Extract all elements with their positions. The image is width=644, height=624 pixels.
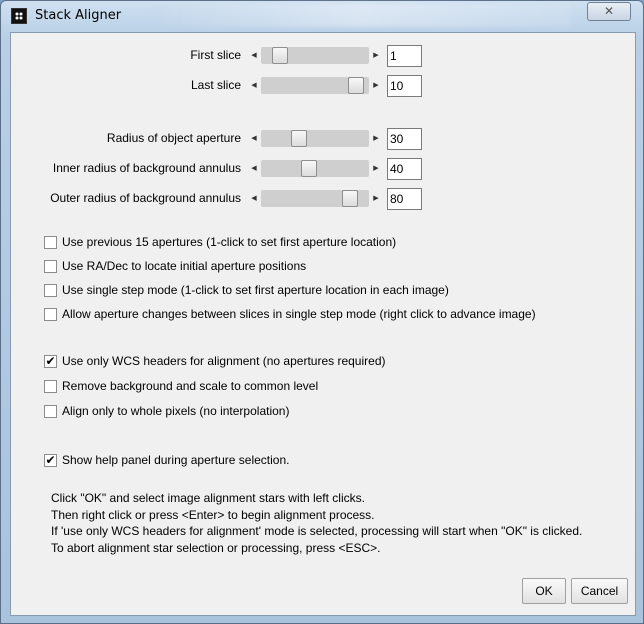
first-slice-field[interactable]: 1 [387,45,422,67]
help-line: If 'use only WCS headers for alignment' … [51,524,583,538]
app-icon [11,8,27,24]
slider-thumb[interactable] [348,77,364,94]
checkbox-box[interactable] [44,260,57,273]
title-bar-glass [151,3,571,27]
slider-right-arrow-icon[interactable]: ▶ [369,190,383,207]
dialog-body: First slice ◀ ▶ 1 Last slice ◀ ▶ 10 Radi… [10,32,636,616]
last-slice-field[interactable]: 10 [387,75,422,97]
ok-button[interactable]: OK [522,578,566,604]
aperture-radius-field[interactable]: 30 [387,128,422,150]
checkbox-label: Show help panel during aperture selectio… [62,453,290,467]
help-line: Then right click or press <Enter> to beg… [51,507,375,522]
slider-track[interactable] [261,47,369,64]
checkbox-box[interactable]: ✔ [44,454,57,467]
stack-aligner-window: Stack Aligner ✕ First slice ◀ ▶ 1 Last s… [0,0,644,624]
checkbox-label: Align only to whole pixels (no interpola… [62,404,290,418]
close-button[interactable]: ✕ [587,2,631,21]
last-slice-label: Last slice [190,78,241,92]
help-line: To abort alignment star selection or pro… [51,540,381,555]
help-line: Click "OK" and select image alignment st… [51,491,365,505]
slider-track[interactable] [261,77,369,94]
inner-radius-field[interactable]: 40 [387,158,422,180]
slider-track[interactable] [261,190,369,207]
inner-radius-label: Inner radius of background annulus [52,161,241,175]
help-text: Click "OK" and select image alignment st… [51,490,582,556]
cancel-button[interactable]: Cancel [571,578,628,604]
slider-track[interactable] [261,160,369,177]
inner-radius-slider[interactable]: ◀ ▶ [247,160,383,177]
slider-left-arrow-icon[interactable]: ◀ [247,190,261,207]
slider-right-arrow-icon[interactable]: ▶ [369,47,383,64]
checkbox-box[interactable] [44,380,57,393]
checkbox-label: Allow aperture changes between slices in… [62,307,536,321]
checkbox-label: Remove background and scale to common le… [62,379,319,393]
slider-row-last-slice: Last slice ◀ ▶ 10 [11,75,431,97]
outer-radius-slider[interactable]: ◀ ▶ [247,190,383,207]
first-slice-slider[interactable]: ◀ ▶ [247,47,383,64]
checkbox-label: Use only WCS headers for alignment (no a… [62,354,386,368]
window-title: Stack Aligner [35,8,122,23]
slider-thumb[interactable] [272,47,288,64]
slider-left-arrow-icon[interactable]: ◀ [247,160,261,177]
slider-row-first-slice: First slice ◀ ▶ 1 [11,45,431,67]
aperture-radius-label: Radius of object aperture [106,131,241,145]
checkbox-box[interactable]: ✔ [44,355,57,368]
slider-left-arrow-icon[interactable]: ◀ [247,130,261,147]
checkbox-box[interactable] [44,405,57,418]
checkbox-box[interactable] [44,236,57,249]
checkbox-label: Use single step mode (1-click to set fir… [62,283,449,297]
slider-left-arrow-icon[interactable]: ◀ [247,77,261,94]
slider-track[interactable] [261,130,369,147]
slider-row-outer-radius: Outer radius of background annulus ◀ ▶ 8… [11,188,431,210]
checkbox-label: Use previous 15 apertures (1-click to se… [62,235,397,249]
outer-radius-label: Outer radius of background annulus [50,191,241,205]
checkbox-box[interactable] [44,308,57,321]
slider-thumb[interactable] [291,130,307,147]
title-bar[interactable]: Stack Aligner ✕ [1,1,643,31]
slider-thumb[interactable] [301,160,317,177]
checkbox-box[interactable] [44,284,57,297]
aperture-radius-slider[interactable]: ◀ ▶ [247,130,383,147]
slider-row-aperture-radius: Radius of object aperture ◀ ▶ 30 [11,128,431,150]
last-slice-slider[interactable]: ◀ ▶ [247,77,383,94]
slider-left-arrow-icon[interactable]: ◀ [247,47,261,64]
outer-radius-field[interactable]: 80 [387,188,422,210]
slider-thumb[interactable] [342,190,358,207]
checkbox-label: Use RA/Dec to locate initial aperture po… [62,259,307,273]
first-slice-label: First slice [190,48,241,62]
slider-right-arrow-icon[interactable]: ▶ [369,130,383,147]
slider-right-arrow-icon[interactable]: ▶ [369,160,383,177]
slider-row-inner-radius: Inner radius of background annulus ◀ ▶ 4… [11,158,431,180]
slider-right-arrow-icon[interactable]: ▶ [369,77,383,94]
